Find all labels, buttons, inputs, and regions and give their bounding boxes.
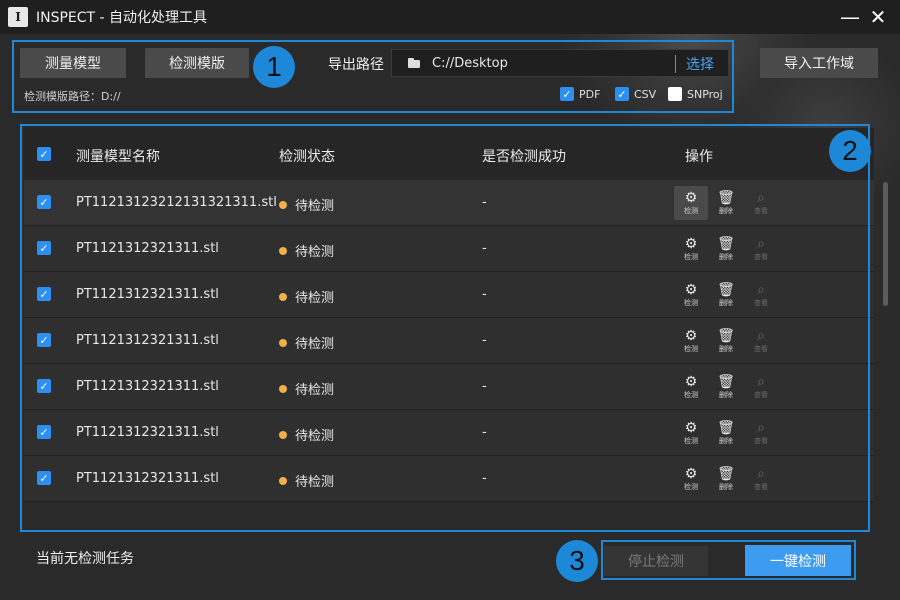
task-status-text: 当前无检测任务 <box>36 551 134 567</box>
export-path-value: C://Desktop <box>432 55 508 71</box>
checkbox-unchecked-icon <box>668 87 682 101</box>
app-logo-icon: I <box>8 7 28 27</box>
import-workspace-button[interactable]: 导入工作域 <box>760 48 878 78</box>
format-csv-checkbox[interactable]: ✓ CSV <box>615 87 656 101</box>
app-title: INSPECT - 自动化处理工具 <box>36 10 208 26</box>
checkbox-checked-icon: ✓ <box>560 87 574 101</box>
folder-icon <box>408 58 420 68</box>
format-label: PDF <box>579 87 601 101</box>
format-pdf-checkbox[interactable]: ✓ PDF <box>560 87 600 101</box>
table-scrollbar[interactable] <box>883 182 888 306</box>
close-button[interactable]: ✕ <box>866 5 890 29</box>
format-label: CSV <box>634 87 657 101</box>
format-label: SNProj <box>687 87 723 101</box>
choose-path-button[interactable]: 选择 <box>686 54 714 74</box>
export-path-field[interactable]: C://Desktop 选择 <box>391 49 729 77</box>
inspect-template-button[interactable]: 检测模版 <box>145 48 249 78</box>
measure-model-button[interactable]: 测量模型 <box>20 48 126 78</box>
template-path-text: 检测模版路径：D:// <box>24 90 121 103</box>
callout-badge-2: 2 <box>829 130 871 172</box>
divider <box>675 55 676 73</box>
minimize-button[interactable]: — <box>838 5 862 29</box>
format-snproj-checkbox[interactable]: SNProj <box>668 87 723 101</box>
table-panel-highlight <box>20 124 870 532</box>
callout-badge-1: 1 <box>253 46 295 88</box>
run-all-inspection-button[interactable]: 一键检测 <box>745 545 851 576</box>
callout-badge-3: 3 <box>556 540 598 582</box>
app-window: I INSPECT - 自动化处理工具 — ✕ 测量模型 检测模版 1 导出路径… <box>0 0 900 600</box>
export-path-label: 导出路径 <box>328 57 384 73</box>
checkbox-checked-icon: ✓ <box>615 87 629 101</box>
title-bar: I INSPECT - 自动化处理工具 — ✕ <box>0 0 900 34</box>
stop-inspection-button[interactable]: 停止检测 <box>604 546 708 576</box>
